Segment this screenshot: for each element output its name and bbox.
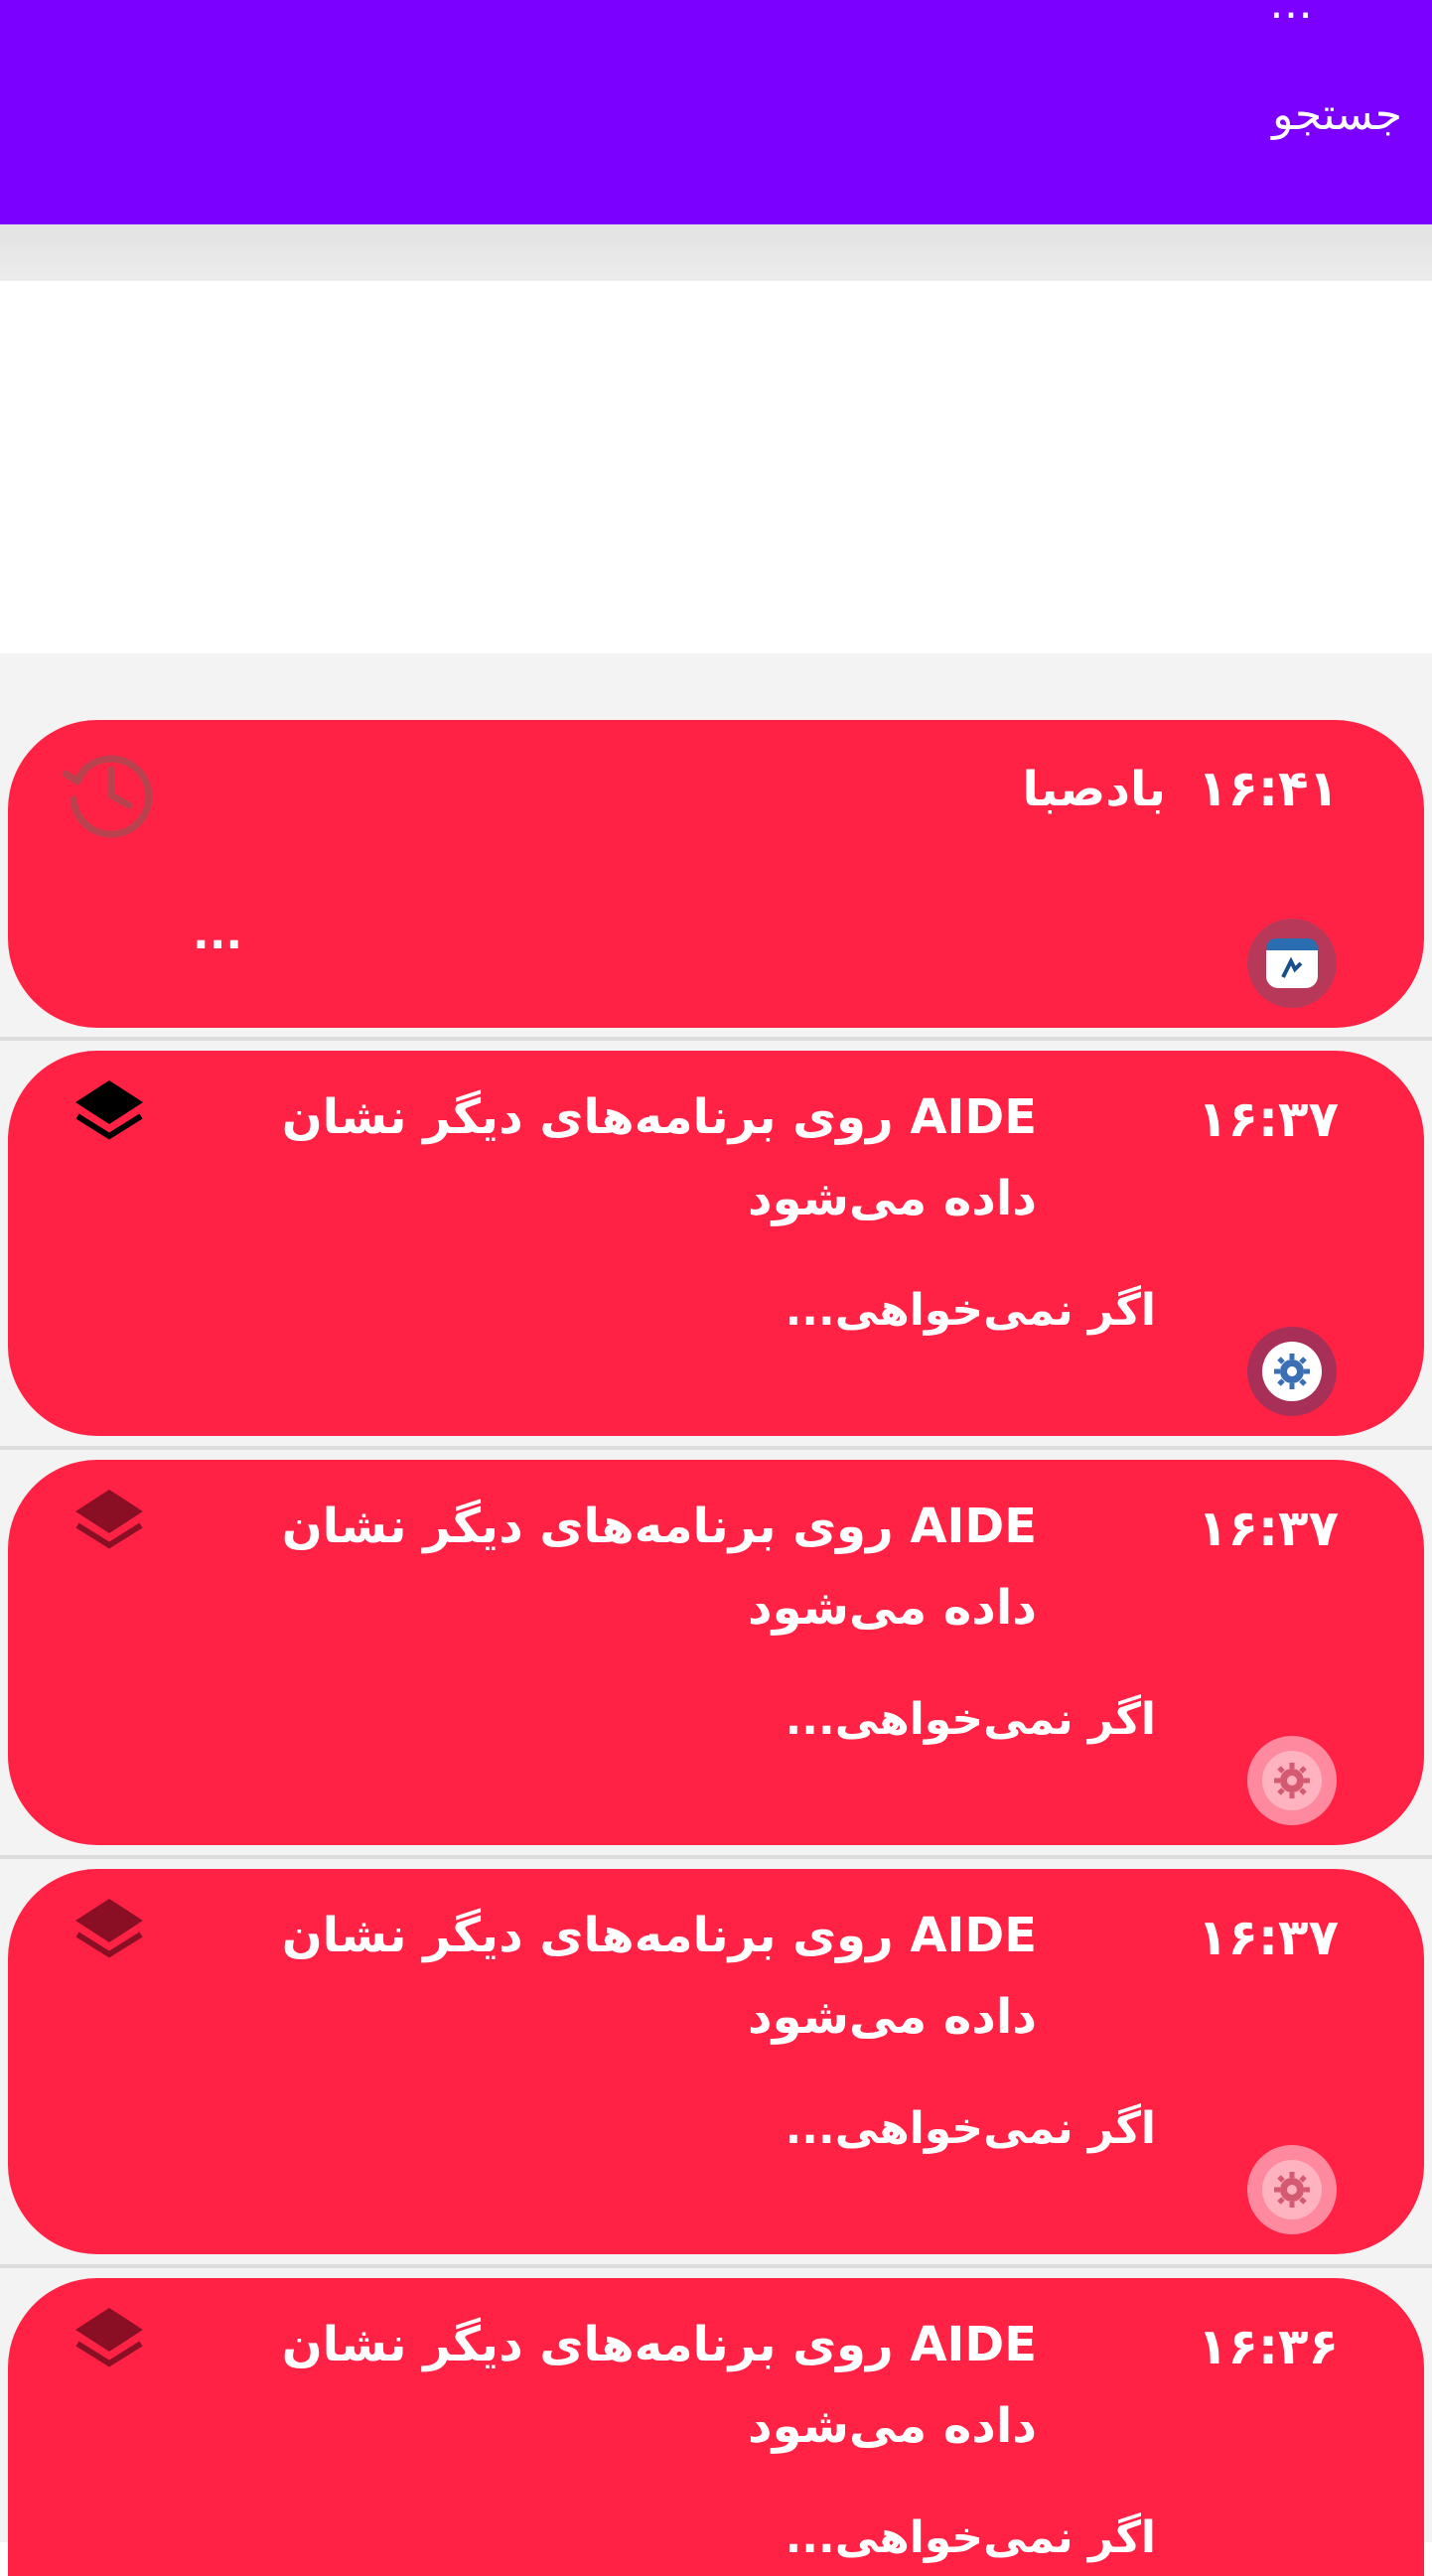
notification-time: ۱۶:۳۶ xyxy=(1197,2318,1339,2375)
divider xyxy=(0,1037,1432,1041)
notification-card[interactable]: ۱۶:۴۱ بادصبا ... xyxy=(8,720,1424,1028)
notification-title: AIDE روی برنامه‌های دیگر نشان داده می‌شو… xyxy=(281,2317,1037,2454)
settings-gear-icon xyxy=(1247,1736,1337,1825)
layers-icon xyxy=(70,1076,149,1158)
notification-time: ۱۶:۳۷ xyxy=(1197,1090,1339,1148)
notification-body: اگر نمی‌خواهی... xyxy=(785,1285,1156,1336)
app-title-partial: … xyxy=(1269,0,1313,29)
notification-body: اگر نمی‌خواهی... xyxy=(785,2512,1156,2563)
notification-card[interactable]: ۱۶:۳۶ AIDE روی برنامه‌های دیگر نشان داده… xyxy=(8,2278,1424,2576)
notification-title: AIDE روی برنامه‌های دیگر نشان داده می‌شو… xyxy=(281,1908,1037,2045)
notification-time: ۱۶:۴۱ xyxy=(1197,760,1339,817)
notification-title: AIDE روی برنامه‌های دیگر نشان داده می‌شو… xyxy=(281,1089,1037,1226)
divider xyxy=(0,1446,1432,1450)
notification-card[interactable]: ۱۶:۳۷ AIDE روی برنامه‌های دیگر نشان داده… xyxy=(8,1460,1424,1845)
notification-card[interactable]: ۱۶:۳۷ AIDE روی برنامه‌های دیگر نشان داده… xyxy=(8,1869,1424,2254)
settings-gear-icon xyxy=(1247,2145,1337,2234)
calendar-app-icon xyxy=(1247,919,1337,1008)
search-button[interactable]: جستجو xyxy=(1272,89,1402,140)
notification-time: ۱۶:۳۷ xyxy=(1197,1909,1339,1966)
toolbar-shadow xyxy=(0,224,1432,281)
notification-time: ۱۶:۳۷ xyxy=(1197,1500,1339,1557)
layers-icon xyxy=(70,2304,149,2385)
notification-title: بادصبا xyxy=(1022,762,1166,817)
app-bar: … جستجو xyxy=(0,0,1432,224)
history-icon[interactable] xyxy=(58,740,161,847)
divider xyxy=(0,1855,1432,1859)
notification-body: اگر نمی‌خواهی... xyxy=(785,1694,1156,1745)
notification-body: اگر نمی‌خواهی... xyxy=(785,2103,1156,2154)
settings-gear-icon xyxy=(1247,1327,1337,1416)
divider xyxy=(0,2264,1432,2268)
notification-body: ... xyxy=(193,909,243,959)
notification-title: AIDE روی برنامه‌های دیگر نشان داده می‌شو… xyxy=(281,1499,1037,1636)
notification-card[interactable]: ۱۶:۳۷ AIDE روی برنامه‌های دیگر نشان داده… xyxy=(8,1051,1424,1436)
layers-icon xyxy=(70,1486,149,1567)
layers-icon xyxy=(70,1895,149,1976)
empty-banner-area xyxy=(0,281,1432,653)
